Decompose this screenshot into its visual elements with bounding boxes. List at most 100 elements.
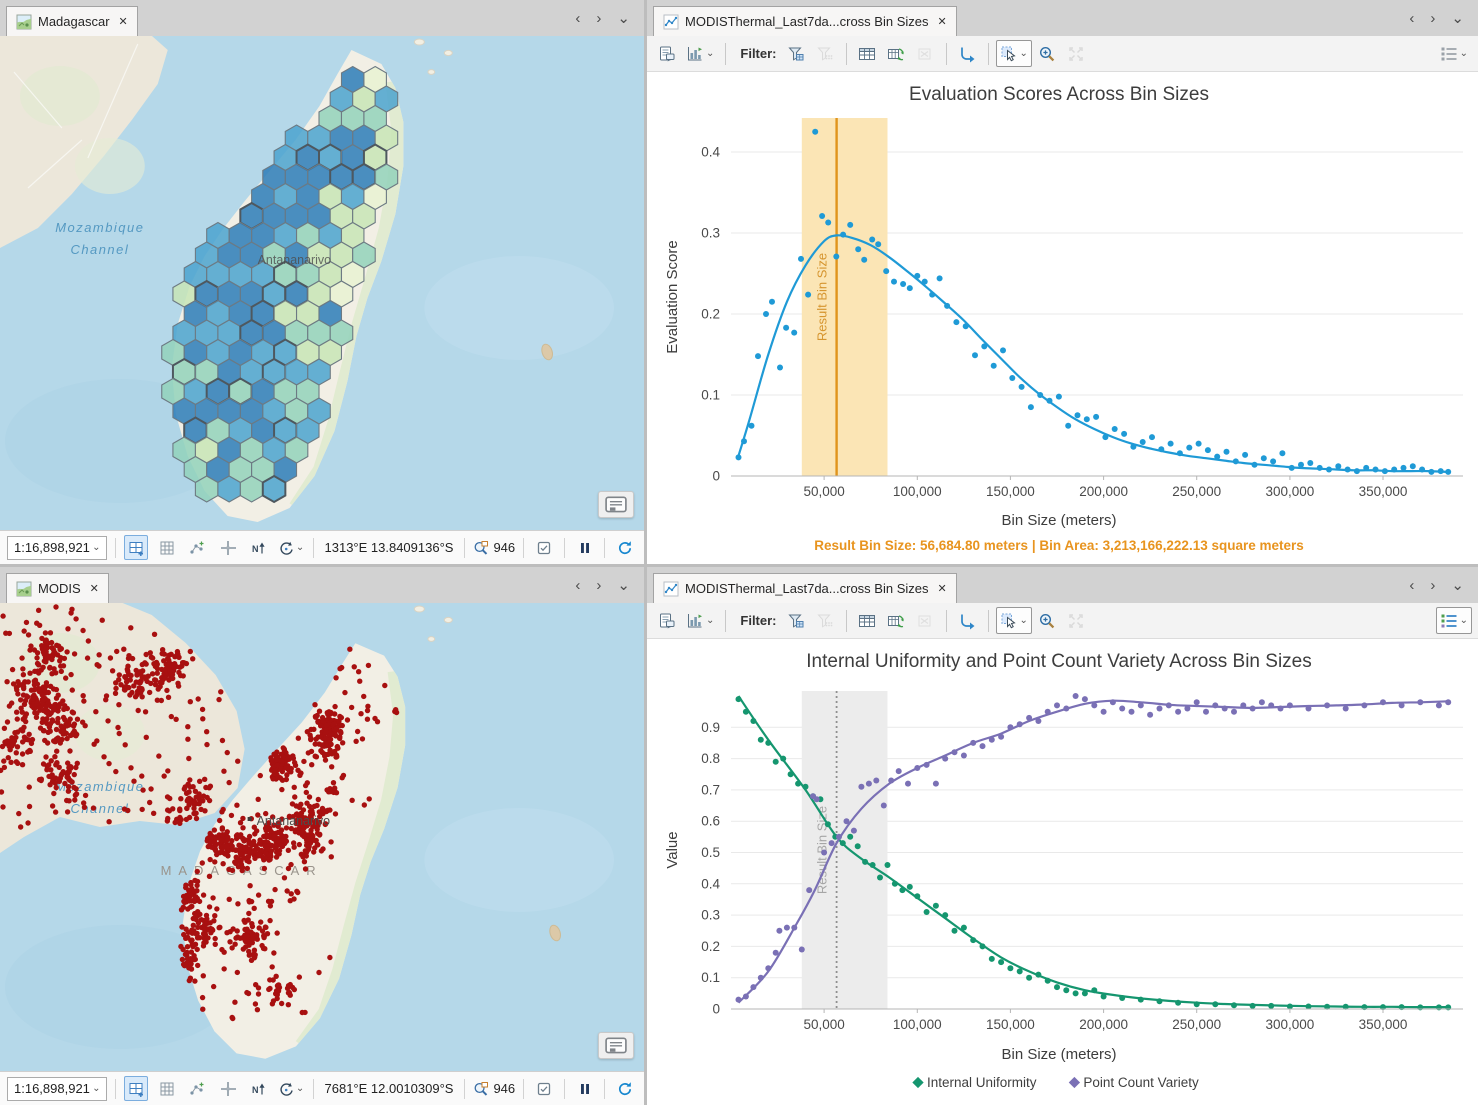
rotate-view-button[interactable]: ⌄ [278,535,305,560]
filter-extent-icon [787,45,805,63]
tab-menu-icon[interactable]: ⌄ [617,11,630,26]
series-list-button[interactable]: ⌄ [1436,40,1472,67]
swap-axes-button[interactable] [954,607,981,634]
tab-menu-icon[interactable]: ⌄ [1451,11,1464,26]
svg-text:200,000: 200,000 [1079,484,1128,499]
show-data-table-button[interactable] [854,40,881,67]
close-icon[interactable]: ✕ [937,15,946,28]
filter-by-extent-button[interactable] [783,40,810,67]
chevron-down-icon: ⌄ [1020,49,1028,59]
graticule-button[interactable] [155,1076,179,1101]
tab-scroll-right-icon[interactable]: › [596,578,601,593]
map-tab-icon [16,581,32,597]
tab-chart-evaluation[interactable]: MODISThermal_Last7da...cross Bin Sizes ✕ [653,6,957,36]
clear-selection-button[interactable] [912,607,939,634]
overview-button[interactable] [598,491,634,518]
tab-menu-icon[interactable]: ⌄ [1451,578,1464,593]
zoom-in-icon [1038,45,1056,63]
select-mode-button[interactable]: ⌄ [996,607,1032,634]
svg-text:100,000: 100,000 [893,484,942,499]
chart-type-button[interactable]: ⌄ [682,40,718,67]
filter-label: Filter: [740,613,776,628]
tab-scroll-right-icon[interactable]: › [1430,11,1435,26]
tab-scroll-right-icon[interactable]: › [596,11,601,26]
zoom-mode-button[interactable] [1034,607,1061,634]
statusbar-separator [464,538,465,558]
svg-text:50,000: 50,000 [803,484,844,499]
spatial-filter-button[interactable] [532,535,556,560]
svg-text:0.5: 0.5 [701,845,720,860]
tab-madagascar[interactable]: Madagascar ✕ [6,6,138,36]
layout-panes-button[interactable] [124,1076,148,1101]
map-view-madagascar[interactable]: MozambiqueChannelAntananarivo [0,36,644,530]
refresh-map-button[interactable] [613,535,637,560]
tab-scroll-right-icon[interactable]: › [1430,578,1435,593]
tab-menu-icon[interactable]: ⌄ [617,578,630,593]
spatial-filter-button[interactable] [532,1076,556,1101]
full-extent-button[interactable] [1063,40,1090,67]
chart-evaluation-scores[interactable]: Evaluation Scores Across Bin SizesResult… [647,72,1478,564]
chart-canvas[interactable]: Internal Uniformity and Point Count Vari… [647,639,1478,1105]
chart-title: Evaluation Scores Across Bin Sizes [909,84,1209,105]
zoom-mode-button[interactable] [1034,40,1061,67]
refresh-map-button[interactable] [613,1076,637,1101]
filter-by-extent-button[interactable] [783,607,810,634]
antananarivo-label: Antananarivo [258,253,332,267]
north-arrow-button[interactable]: N [247,1076,271,1101]
pause-drawing-button[interactable] [573,1076,597,1101]
full-extent-button[interactable] [1063,607,1090,634]
series-list-button[interactable]: ⌄ [1436,607,1472,634]
crosshair-button[interactable] [216,535,240,560]
pause-drawing-button[interactable] [573,535,597,560]
filter-by-selection-button[interactable] [812,40,839,67]
basemap-madagascar-hexbins[interactable]: MozambiqueChannelAntananarivo [0,36,644,530]
chevron-down-icon: ⌄ [1460,49,1468,59]
north-arrow-icon: N [251,540,267,556]
map-scale-select[interactable]: 1:16,898,921⌄ [7,536,107,560]
graticule-button[interactable] [155,535,179,560]
basemap-madagascar-points[interactable]: MozambiqueChannelMADAGASCARAntananarivo [0,603,644,1071]
properties-icon [658,45,676,63]
map-view-modis[interactable]: MozambiqueChannelMADAGASCARAntananarivo [0,603,644,1071]
svg-text:200,000: 200,000 [1079,1017,1128,1032]
refresh-chart-button[interactable] [883,40,910,67]
clear-selection-button[interactable] [912,40,939,67]
arcgis-pro-view-grid: Madagascar ✕ ‹ › ⌄ MozambiqueChannelAnta… [0,0,1478,1105]
select-mode-button[interactable]: ⌄ [996,40,1032,67]
chart-type-button[interactable]: ⌄ [682,607,718,634]
chart-uniformity-variety[interactable]: Internal Uniformity and Point Count Vari… [647,639,1478,1105]
tab-scroll-left-icon[interactable]: ‹ [575,578,580,593]
chart-properties-button[interactable] [653,607,680,634]
chevron-down-icon: ⌄ [1020,616,1028,626]
tab-scroll-left-icon[interactable]: ‹ [1409,11,1414,26]
tab-scroll-left-icon[interactable]: ‹ [575,11,580,26]
close-icon[interactable]: ✕ [119,15,128,28]
close-icon[interactable]: ✕ [937,582,946,595]
north-arrow-button[interactable]: N [247,535,271,560]
crosshair-button[interactable] [216,1076,240,1101]
filter-by-selection-button[interactable] [812,607,839,634]
tab-chart-uniformity[interactable]: MODISThermal_Last7da...cross Bin Sizes ✕ [653,573,957,603]
close-icon[interactable]: ✕ [90,582,99,595]
chart-properties-button[interactable] [653,40,680,67]
zoom-to-selection-button[interactable]: 946 [473,540,515,556]
toolbar-separator [846,610,847,632]
rotate-view-button[interactable]: ⌄ [278,1076,305,1101]
table-icon [858,612,876,630]
refresh-chart-button[interactable] [883,607,910,634]
overview-button[interactable] [598,1032,634,1059]
pane-grid-icon [128,1081,144,1097]
tab-scroll-left-icon[interactable]: ‹ [1409,578,1414,593]
edit-vertices-button[interactable] [186,535,210,560]
swap-axes-button[interactable] [954,40,981,67]
panel-chart-evaluation: MODISThermal_Last7da...cross Bin Sizes ✕… [647,0,1478,564]
show-data-table-button[interactable] [854,607,881,634]
map-tab-icon [16,14,32,30]
map-scale-select[interactable]: 1:16,898,921⌄ [7,1077,107,1101]
tab-modis[interactable]: MODIS ✕ [6,573,109,603]
edit-vertices-button[interactable] [186,1076,210,1101]
rotate-icon [278,1081,294,1097]
chart-canvas[interactable]: Evaluation Scores Across Bin SizesResult… [647,72,1478,564]
layout-panes-button[interactable] [124,535,148,560]
zoom-to-selection-button[interactable]: 946 [473,1081,515,1097]
